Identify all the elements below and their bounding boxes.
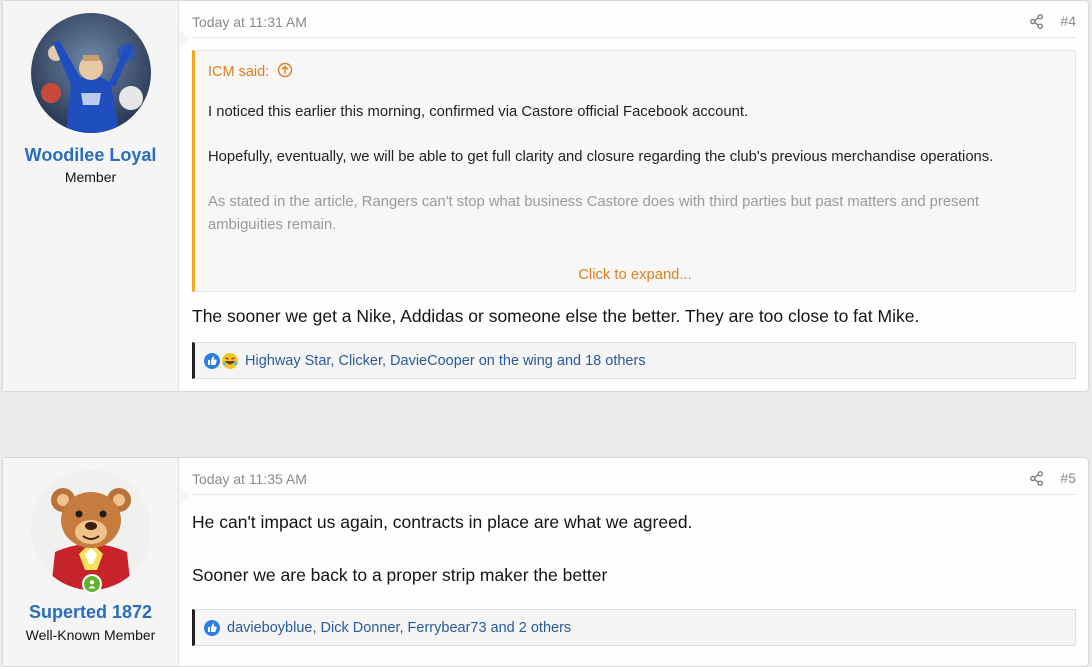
user-column: Woodilee Loyal Member bbox=[3, 1, 189, 391]
reaction-users-link[interactable]: Highway Star, Clicker, DavieCooper on th… bbox=[245, 353, 646, 369]
post-meta-actions: #5 bbox=[1029, 470, 1076, 486]
avatar[interactable] bbox=[31, 13, 151, 133]
quote-header[interactable]: ICM said: bbox=[208, 62, 293, 82]
divider bbox=[192, 37, 1076, 38]
quote-paragraph: As stated in the article, Rangers can't … bbox=[208, 194, 980, 233]
click-to-expand-link[interactable]: Click to expand... bbox=[195, 267, 1075, 283]
quote-body: I noticed this earlier this morning, con… bbox=[208, 101, 1055, 259]
reaction-users-link[interactable]: davieboyblue, Dick Donner, Ferrybear73 a… bbox=[227, 620, 571, 636]
reaction-icons[interactable] bbox=[203, 352, 239, 370]
username[interactable]: Superted 1872 bbox=[3, 602, 178, 623]
post-4: Woodilee Loyal Member Today at 11:31 AM … bbox=[2, 0, 1089, 392]
post-number[interactable]: #5 bbox=[1060, 470, 1076, 486]
share-icon[interactable] bbox=[1029, 13, 1044, 29]
post-date[interactable]: Today at 11:35 AM bbox=[192, 471, 307, 487]
post-main: Today at 11:35 AM #5 He can't impact us … bbox=[179, 458, 1088, 666]
post-message: He can't impact us again, contracts in p… bbox=[192, 512, 693, 532]
quote-paragraph: I noticed this earlier this morning, con… bbox=[208, 104, 749, 120]
divider bbox=[192, 494, 1076, 495]
go-to-quote-icon[interactable] bbox=[277, 62, 293, 82]
user-title: Well-Known Member bbox=[25, 627, 156, 643]
avatar[interactable] bbox=[31, 470, 151, 590]
post-message: Sooner we are back to a proper strip mak… bbox=[192, 565, 608, 585]
quote-author[interactable]: ICM said: bbox=[208, 64, 269, 80]
reactions-bar: Highway Star, Clicker, DavieCooper on th… bbox=[192, 342, 1076, 379]
user-title: Member bbox=[64, 169, 117, 185]
post-main: Today at 11:31 AM #4 ICM said: I noticed… bbox=[179, 1, 1088, 391]
post-number[interactable]: #4 bbox=[1060, 13, 1076, 29]
post-meta-actions: #4 bbox=[1029, 13, 1076, 29]
user-column: Superted 1872 Well-Known Member bbox=[3, 458, 189, 666]
quote-block: ICM said: I noticed this earlier this mo… bbox=[192, 50, 1076, 292]
quote-paragraph: Hopefully, eventually, we will be able t… bbox=[208, 149, 994, 165]
post-message: The sooner we get a Nike, Addidas or som… bbox=[192, 306, 920, 326]
username[interactable]: Woodilee Loyal bbox=[3, 145, 178, 166]
reaction-icons[interactable] bbox=[203, 619, 221, 637]
post-date[interactable]: Today at 11:31 AM bbox=[192, 14, 307, 30]
post-5: Superted 1872 Well-Known Member Today at… bbox=[2, 457, 1089, 667]
online-status-icon bbox=[82, 574, 102, 594]
reactions-bar: davieboyblue, Dick Donner, Ferrybear73 a… bbox=[192, 609, 1076, 646]
share-icon[interactable] bbox=[1029, 470, 1044, 486]
